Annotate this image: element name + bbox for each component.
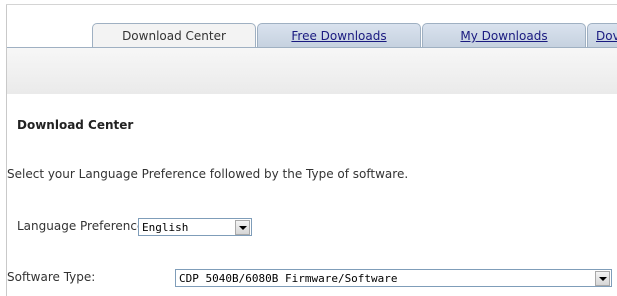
language-label: Language Preference: xyxy=(17,219,149,233)
tab-free-downloads[interactable]: Free Downloads xyxy=(257,23,421,49)
language-select[interactable]: English xyxy=(138,218,252,236)
tab-my-downloads[interactable]: My Downloads xyxy=(422,23,586,49)
software-type-dropdown-button[interactable] xyxy=(595,271,610,286)
tab-label: My Downloads xyxy=(460,29,548,43)
tab-dov[interactable]: Dov xyxy=(587,23,617,49)
software-type-select-value: CDP 5040B/6080B Firmware/Software xyxy=(179,272,398,285)
tab-label: Dov xyxy=(596,29,617,43)
tab-label: Free Downloads xyxy=(291,29,387,43)
language-dropdown-button[interactable] xyxy=(235,220,250,235)
header-band xyxy=(7,48,617,94)
language-select-value: English xyxy=(142,221,189,234)
software-type-select[interactable]: CDP 5040B/6080B Firmware/Software xyxy=(175,269,612,287)
tab-bar: Download Center Free Downloads My Downlo… xyxy=(7,5,617,50)
chevron-down-icon xyxy=(239,226,247,230)
section-title: Download Center xyxy=(17,118,134,132)
instruction-text: Select your Language Preference followed… xyxy=(7,167,409,181)
chevron-down-icon xyxy=(599,277,607,281)
download-center-page: Download Center Free Downloads My Downlo… xyxy=(0,0,617,296)
tab-download-center[interactable]: Download Center xyxy=(92,23,256,50)
software-type-label: Software Type: xyxy=(7,270,96,284)
tab-label: Download Center xyxy=(122,29,226,43)
